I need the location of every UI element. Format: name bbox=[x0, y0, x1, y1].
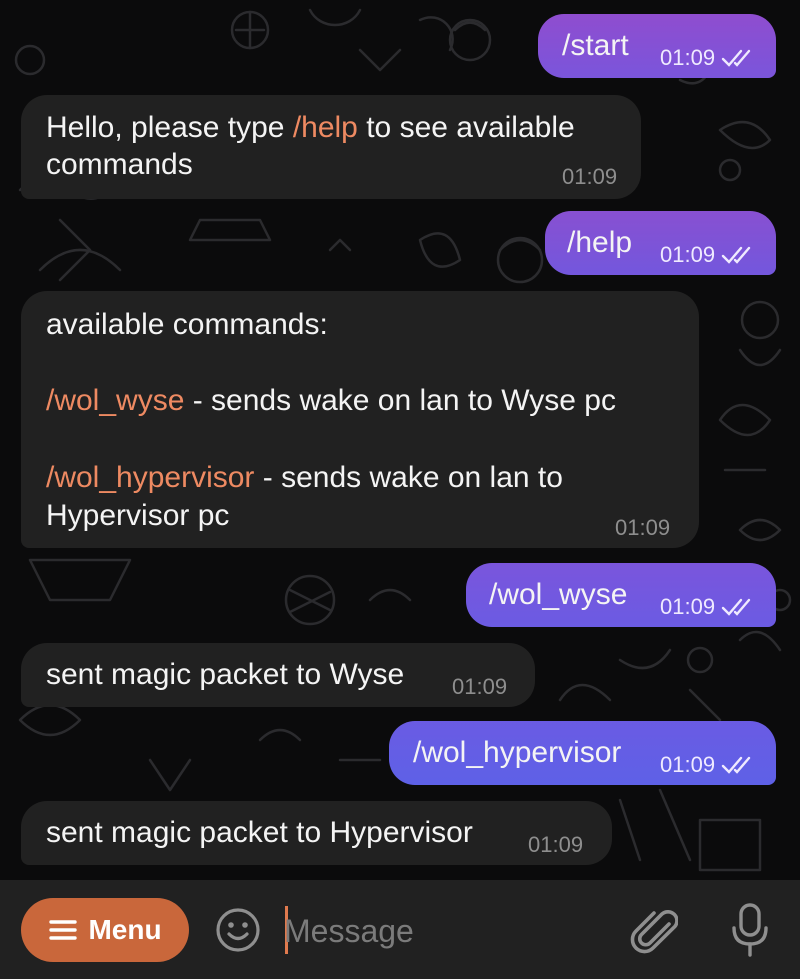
command-link[interactable]: /wol_wyse bbox=[46, 384, 184, 417]
outgoing-message[interactable]: /wol_hypervisor 01:09 bbox=[389, 721, 776, 785]
incoming-message[interactable]: sent magic packet to Hypervisor 01:09 bbox=[21, 801, 612, 865]
double-check-icon bbox=[721, 246, 751, 264]
message-heading: available commands: bbox=[46, 308, 328, 341]
bot-menu-button[interactable]: Menu bbox=[21, 898, 189, 962]
message-meta: 01:09 bbox=[660, 596, 757, 618]
incoming-message[interactable]: Hello, please type /help to see availabl… bbox=[21, 95, 641, 199]
message-text: /wol_wyse bbox=[489, 578, 628, 611]
outgoing-message[interactable]: /help 01:09 bbox=[545, 211, 776, 275]
paperclip-icon[interactable] bbox=[630, 904, 678, 956]
outgoing-message[interactable]: /start 01:09 bbox=[538, 14, 776, 78]
message-text-line2: commands bbox=[46, 148, 193, 181]
command-description: - sends wake on lan to Wyse pc bbox=[184, 384, 616, 417]
outgoing-message[interactable]: /wol_wyse 01:09 bbox=[466, 563, 776, 627]
command-description: - sends wake on lan to bbox=[254, 461, 563, 494]
command-link[interactable]: /help bbox=[293, 111, 358, 144]
message-time: 01:09 bbox=[452, 674, 508, 699]
incoming-message[interactable]: available commands: /wol_wyse - sends wa… bbox=[21, 291, 699, 548]
message-time: 01:09 bbox=[615, 515, 671, 540]
message-meta: 01:09 bbox=[660, 754, 757, 776]
double-check-icon bbox=[721, 756, 751, 774]
message-time: 01:09 bbox=[660, 594, 716, 619]
message-text-line1: Hello, please type /help to see availabl… bbox=[46, 109, 575, 147]
hamburger-icon bbox=[49, 920, 78, 940]
incoming-message[interactable]: sent magic packet to Wyse 01:09 bbox=[21, 643, 535, 707]
message-time: 01:09 bbox=[660, 45, 716, 70]
message-text: sent magic packet to Wyse bbox=[46, 658, 405, 691]
message-text: /start bbox=[562, 29, 629, 62]
message-text: sent magic packet to Hypervisor bbox=[46, 816, 473, 849]
command-line: /wol_hypervisor - sends wake on lan to bbox=[46, 459, 563, 497]
command-link[interactable]: /wol_hypervisor bbox=[46, 461, 254, 494]
message-time: 01:09 bbox=[660, 242, 716, 267]
message-time: 01:09 bbox=[660, 752, 716, 777]
command-description: Hypervisor pc bbox=[46, 499, 230, 532]
text-fragment: Hello, please type bbox=[46, 111, 293, 144]
double-check-icon bbox=[721, 598, 751, 616]
message-meta: 01:09 bbox=[660, 47, 757, 69]
text-fragment: to see available bbox=[357, 111, 575, 144]
message-meta: 01:09 bbox=[660, 244, 757, 266]
message-input[interactable] bbox=[282, 903, 616, 959]
message-text: /wol_hypervisor bbox=[413, 736, 622, 769]
message-text: /help bbox=[567, 226, 633, 259]
microphone-icon[interactable] bbox=[728, 902, 772, 958]
double-check-icon bbox=[721, 49, 751, 67]
message-time: 01:09 bbox=[528, 832, 584, 857]
command-line: /wol_wyse - sends wake on lan to Wyse pc bbox=[46, 382, 616, 420]
menu-label: Menu bbox=[88, 914, 162, 945]
emoji-icon[interactable] bbox=[214, 906, 262, 954]
message-time: 01:09 bbox=[562, 164, 618, 189]
message-list[interactable]: /start 01:09 Hello, please type /help to… bbox=[0, 0, 800, 880]
